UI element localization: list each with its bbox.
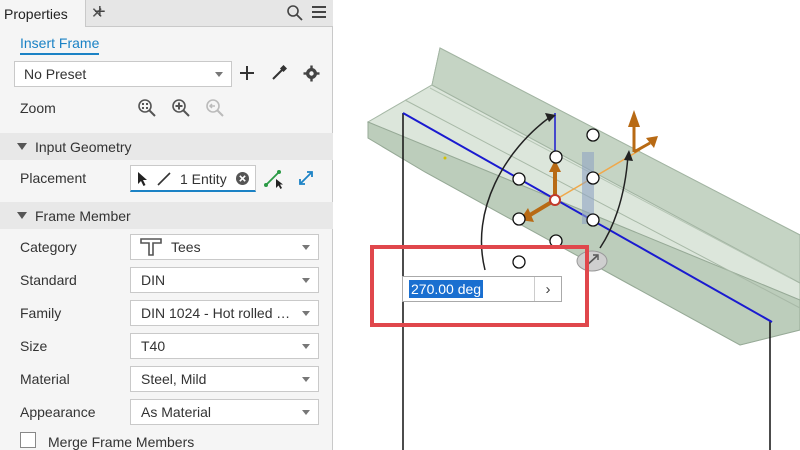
search-icon[interactable]	[286, 4, 303, 24]
zoom-previous-icon[interactable]	[205, 98, 225, 121]
family-value: DIN 1024 - Hot rolled T...	[141, 305, 293, 321]
menu-icon[interactable]	[311, 4, 327, 23]
appearance-value: As Material	[141, 404, 212, 420]
rotate-handle-icon[interactable]	[576, 250, 608, 272]
tab-properties-label: Properties	[4, 5, 68, 22]
cursor-arrow-icon	[137, 171, 149, 190]
size-value: T40	[141, 338, 166, 354]
size-label: Size	[20, 338, 48, 354]
standard-label: Standard	[20, 272, 77, 288]
panel-tab-bar: Properties ✕ +	[0, 0, 333, 27]
appearance-label: Appearance	[20, 404, 96, 420]
zoom-label: Zoom	[20, 100, 56, 116]
section-input-geometry[interactable]: Input Geometry	[0, 133, 333, 160]
section-frame-member[interactable]: Frame Member	[0, 202, 333, 229]
category-value: Tees	[171, 239, 201, 255]
tee-profile-icon	[139, 237, 163, 257]
chevron-down-icon	[302, 344, 310, 349]
placement-value: 1 Entity	[180, 171, 227, 187]
zoom-all-icon[interactable]	[137, 98, 157, 121]
merge-frame-members-label: Merge Frame Members	[48, 434, 195, 450]
preset-value: No Preset	[24, 66, 87, 82]
panel-title: Insert Frame	[20, 35, 100, 55]
chevron-down-icon	[302, 410, 310, 415]
eyedropper-icon[interactable]	[271, 64, 288, 84]
material-label: Material	[20, 371, 70, 387]
clear-selection-icon[interactable]	[235, 171, 250, 189]
add-preset-icon[interactable]	[240, 66, 254, 83]
category-dropdown[interactable]: Tees	[130, 234, 319, 260]
profile-preview	[582, 152, 594, 224]
merge-frame-members-checkbox[interactable]	[20, 432, 36, 448]
chevron-down-icon	[302, 377, 310, 382]
material-dropdown[interactable]: Steel, Mild	[130, 366, 319, 392]
gear-icon[interactable]	[303, 65, 320, 85]
preset-dropdown[interactable]: No Preset	[14, 61, 232, 87]
apply-angle-button[interactable]: ›	[534, 277, 561, 301]
collapse-arrow-icon	[17, 212, 27, 219]
zoom-in-icon[interactable]	[171, 98, 191, 121]
category-label: Category	[20, 239, 77, 255]
point-marker	[443, 156, 447, 160]
angle-input[interactable]: 270.00 deg ›	[402, 276, 562, 302]
add-tab-icon[interactable]: +	[94, 1, 106, 24]
section-title: Frame Member	[35, 207, 131, 224]
flip-direction-icon[interactable]	[296, 168, 316, 191]
sketch-select-icon[interactable]	[263, 168, 285, 193]
graphics-canvas[interactable]	[334, 0, 800, 450]
material-value: Steel, Mild	[141, 371, 207, 387]
placement-selector[interactable]: 1 Entity	[130, 165, 256, 192]
chevron-down-icon	[302, 278, 310, 283]
placement-label: Placement	[20, 170, 87, 186]
properties-panel: Properties ✕ + Insert Frame No Preset Zo…	[0, 0, 333, 450]
angle-value[interactable]: 270.00 deg	[409, 280, 484, 298]
collapse-arrow-icon	[17, 143, 27, 150]
family-label: Family	[20, 305, 62, 321]
chevron-down-icon	[215, 72, 223, 77]
chevron-down-icon	[302, 245, 310, 250]
line-icon	[156, 171, 172, 190]
family-dropdown[interactable]: DIN 1024 - Hot rolled T...	[130, 300, 319, 326]
section-title: Input Geometry	[35, 138, 132, 155]
chevron-down-icon	[302, 311, 310, 316]
tab-properties[interactable]: Properties	[0, 0, 86, 27]
appearance-dropdown[interactable]: As Material	[130, 399, 319, 425]
size-dropdown[interactable]: T40	[130, 333, 319, 359]
standard-dropdown[interactable]: DIN	[130, 267, 319, 293]
standard-value: DIN	[141, 272, 166, 288]
